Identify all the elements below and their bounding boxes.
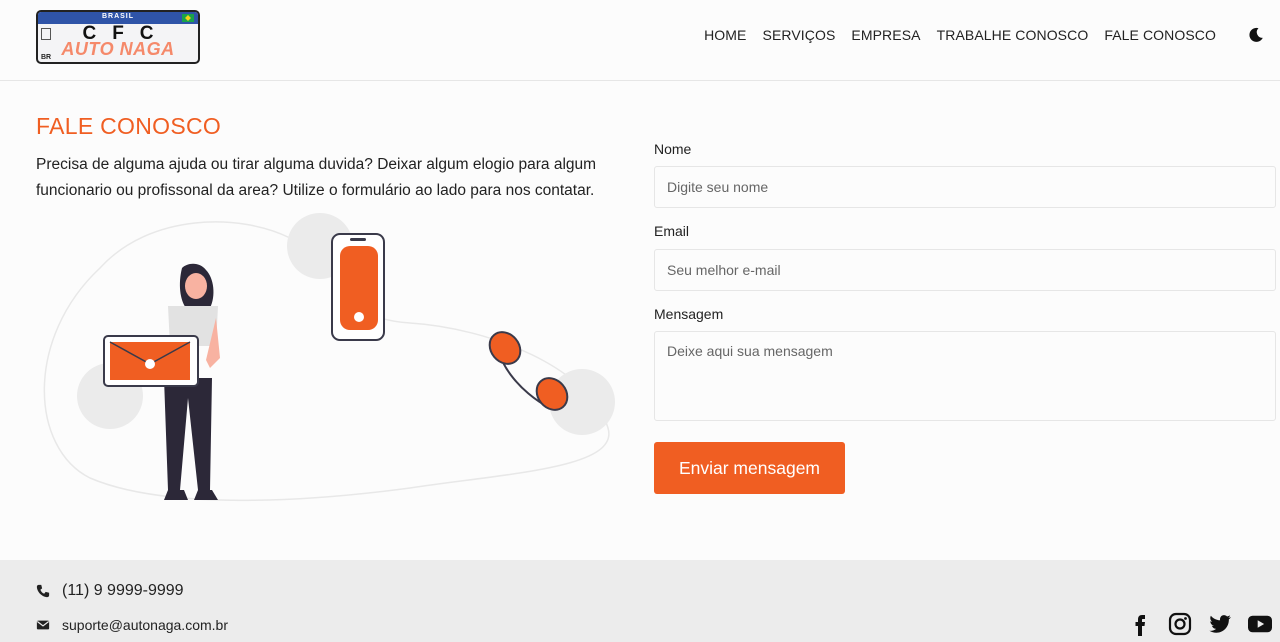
logo-country: BRASIL <box>101 13 135 20</box>
nav-empresa[interactable]: EMPRESA <box>851 27 920 43</box>
message-label: Mensagem <box>654 306 724 322</box>
submit-button[interactable]: Enviar mensagem <box>654 442 845 494</box>
name-label: Nome <box>654 141 692 157</box>
site-header: BRASIL CFC AUTO NAGA BR HOME SERVIÇOS EM… <box>0 0 1280 81</box>
nav-home[interactable]: HOME <box>704 27 746 43</box>
instagram-icon[interactable] <box>1168 612 1192 636</box>
phone-number[interactable]: (11) 9 9999-9999 <box>62 582 184 600</box>
name-field[interactable] <box>654 166 1276 208</box>
main-nav: HOME SERVIÇOS EMPRESA TRABALHE CONOSCO F… <box>704 27 1216 43</box>
logo-text-bottom: AUTO NAGA <box>61 39 175 59</box>
footer-phone: (11) 9 9999-9999 <box>36 582 184 600</box>
email-label: Email <box>654 223 690 239</box>
nav-fale-conosco[interactable]: FALE CONOSCO <box>1104 27 1216 43</box>
phone-icon <box>36 584 50 598</box>
mail-icon <box>36 620 50 630</box>
brazil-flag-icon <box>182 14 194 22</box>
nav-servicos[interactable]: SERVIÇOS <box>763 27 836 43</box>
twitter-icon[interactable] <box>1208 612 1232 636</box>
message-field[interactable] <box>654 331 1276 421</box>
social-links <box>1128 612 1272 636</box>
contact-illustration <box>43 213 615 502</box>
facebook-icon[interactable] <box>1128 612 1152 636</box>
email-field[interactable] <box>654 249 1276 291</box>
page-title: FALE CONOSCO <box>36 113 222 139</box>
youtube-icon[interactable] <box>1248 612 1272 636</box>
email-address[interactable]: suporte@autonaga.com.br <box>62 617 228 633</box>
moon-icon[interactable] <box>1248 27 1264 43</box>
nav-trabalhe-conosco[interactable]: TRABALHE CONOSCO <box>937 27 1089 43</box>
logo[interactable]: BRASIL CFC AUTO NAGA BR <box>36 10 200 64</box>
footer-email: suporte@autonaga.com.br <box>36 617 228 633</box>
intro-text: Precisa de alguma ajuda ou tirar alguma … <box>36 156 597 199</box>
logo-plate-code: BR <box>41 54 52 61</box>
smartphone-icon <box>331 233 385 341</box>
envelope-icon <box>103 335 199 387</box>
